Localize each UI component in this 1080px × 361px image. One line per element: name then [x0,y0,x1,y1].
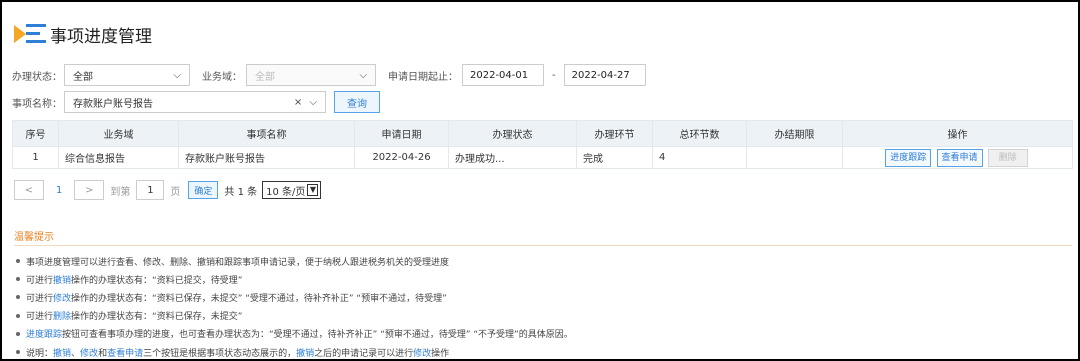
tip-text: 可进行 [26,275,54,286]
chevron-down-icon: ⌵ [309,96,317,108]
column-header: 事项名称 [178,120,355,147]
domain-label: 业务域： [202,71,242,83]
goto-label: 到第 [110,186,131,198]
tip-text: 事项进度管理可以进行查看、修改、删除、撤销和跟踪事项申请记录，便于纳税人跟进税务… [26,257,450,268]
cell-date: 2022-04-26 [354,146,449,169]
bullet-icon [16,277,20,282]
tip-keyword: 修改 [53,293,72,304]
chevron-down-icon: ⌵ [173,69,181,81]
cell-item-name: 存款账户账号报告 [178,146,355,169]
tip-text: 操作的办理状态有：“资料已提交，待受理” [71,275,243,286]
tip-item: 可进行 删除 操作的办理状态有：“资料已保存，未提交” [16,307,573,325]
date-range-label: 申请日期起止： [388,71,458,83]
item-name-label: 事项名称： [12,98,62,110]
date-to-input[interactable]: 2022-04-27 [563,64,646,86]
table-row: 1 综合信息报告 存款账户账号报告 2022-04-26 办理成功... 完成 … [12,146,1073,169]
bullet-icon [16,259,20,264]
column-header: 操作 [842,120,1073,147]
chevron-down-icon: ⌵ [359,69,367,81]
chevron-down-icon: ▼ [307,184,319,196]
status-select-value: 全部 [73,71,93,83]
current-page[interactable]: 1 [56,185,62,196]
domain-select-value: 全部 [255,71,275,83]
tip-text: 操作 [431,348,450,359]
results-table: 序号 业务域 事项名称 申请日期 办理状态 办理环节 总环节数 办结期限 操作 … [12,120,1073,169]
tip-text: 和 [98,348,108,359]
page-title: 事项进度管理 [50,26,152,47]
bullet-icon [16,331,20,336]
tip-item: 说明： 撤销、修改和查看申请 三个按钮是根据事项状态动态展示的， 撤销 之后的申请记录可… [16,343,573,359]
next-page-button[interactable]: > [74,180,105,200]
cell-status: 办理成功... [448,146,577,169]
clear-icon[interactable]: × [294,97,302,108]
tip-keyword: 撤销 [53,348,72,359]
bullet-icon [16,350,20,355]
tip-item: 事项进度管理可以进行查看、修改、删除、撤销和跟踪事项申请记录，便于纳税人跟进税务… [16,252,573,270]
tip-text: 可进行 [26,312,54,323]
page-size-value: 10 条/页 [266,186,306,198]
bullet-icon [16,313,20,318]
tip-keyword: 撤销 [53,275,72,286]
tip-text: 按钮可查看事项办理的进度，也可查看办理状态为：“受理不通过，待补齐补正” “预审… [62,330,573,341]
cell-index: 1 [12,146,59,169]
query-button[interactable]: 查询 [334,91,380,113]
domain-select[interactable]: 全部 ⌵ [246,64,376,86]
table-header-row: 序号 业务域 事项名称 申请日期 办理状态 办理环节 总环节数 办结期限 操作 [12,120,1073,147]
cell-deadline [746,146,843,169]
tip-keyword: 进度跟踪 [26,330,63,341]
page-size-select[interactable]: 10 条/页 ▼ [262,181,322,199]
cell-domain: 综合信息报告 [58,146,179,169]
tip-text: 操作的办理状态有：“资料已保存，未提交” “受理不通过，待补齐补正” “预审不通… [71,293,447,304]
cell-actions: 进度跟踪 查看申请 删除 [842,146,1073,169]
page-header: 事项进度管理 [12,20,152,48]
tip-keyword: 删除 [53,312,72,323]
pagination: < 1 > 到第 1 页 确定 共 1 条 10 条/页 ▼ [14,180,322,200]
tip-text: 三个按钮是根据事项状态动态展示的， [143,348,297,359]
tip-keyword: 撤销 [296,348,315,359]
delete-button[interactable]: 删除 [987,148,1028,167]
tip-keyword: 查看申请 [107,348,144,359]
tip-text: 说明： [26,348,54,359]
tip-item: 可进行 修改 操作的办理状态有：“资料已保存，未提交” “受理不通过，待补齐补正” … [16,288,573,306]
goto-confirm-button[interactable]: 确定 [188,181,219,199]
tip-keyword: 修改 [80,348,99,359]
page-unit-label: 页 [170,186,181,198]
column-header: 办理环节 [576,120,653,147]
item-name-select[interactable]: 存款账户账号报告 × ⌵ [64,91,326,113]
column-header: 总环节数 [652,120,747,147]
item-name-value: 存款账户账号报告 [73,98,153,110]
total-count: 共 1 条 [224,186,258,198]
tip-text: 之后的申请记录可以进行 [314,348,414,359]
status-label: 办理状态： [12,71,62,83]
prev-page-button[interactable]: < [14,180,44,200]
column-header: 办结期限 [746,120,843,147]
list-play-icon [12,21,48,47]
filter-row-1: 办理状态： 全部 ⌵ 业务域： 全部 ⌵ 申请日期起止： 2022-04-01 … [12,64,646,86]
status-select[interactable]: 全部 ⌵ [64,64,190,86]
column-header: 序号 [12,120,59,147]
tips-title: 温馨提示 [14,232,54,243]
tip-text: 、 [71,348,81,359]
column-header: 申请日期 [354,120,449,147]
page-frame: 事项进度管理 办理状态： 全部 ⌵ 业务域： 全部 ⌵ 申请日期起止： 2022… [0,0,1080,361]
tip-text: 可进行 [26,293,54,304]
view-application-button[interactable]: 查看申请 [936,148,983,167]
bullet-icon [16,295,20,300]
tip-item: 进度跟踪 按钮可查看事项办理的进度，也可查看办理状态为：“受理不通过，待补齐补正”… [16,325,573,343]
tip-keyword: 修改 [413,348,432,359]
date-from-input[interactable]: 2022-04-01 [462,64,544,86]
tip-text: 操作的办理状态有：“资料已保存，未提交” [71,312,243,323]
date-separator: - [552,69,556,81]
divider [14,245,1072,246]
track-progress-button[interactable]: 进度跟踪 [885,148,932,167]
goto-page-input[interactable]: 1 [136,180,165,200]
tip-item: 可进行 撤销 操作的办理状态有：“资料已提交，待受理” [16,270,573,288]
filter-row-2: 事项名称： 存款账户账号报告 × ⌵ 查询 [12,91,380,113]
column-header: 业务域 [58,120,179,147]
column-header: 办理状态 [448,120,577,147]
cell-stage: 完成 [576,146,653,169]
tips-list: 事项进度管理可以进行查看、修改、删除、撤销和跟踪事项申请记录，便于纳税人跟进税务… [16,252,573,359]
cell-total: 4 [652,146,747,169]
